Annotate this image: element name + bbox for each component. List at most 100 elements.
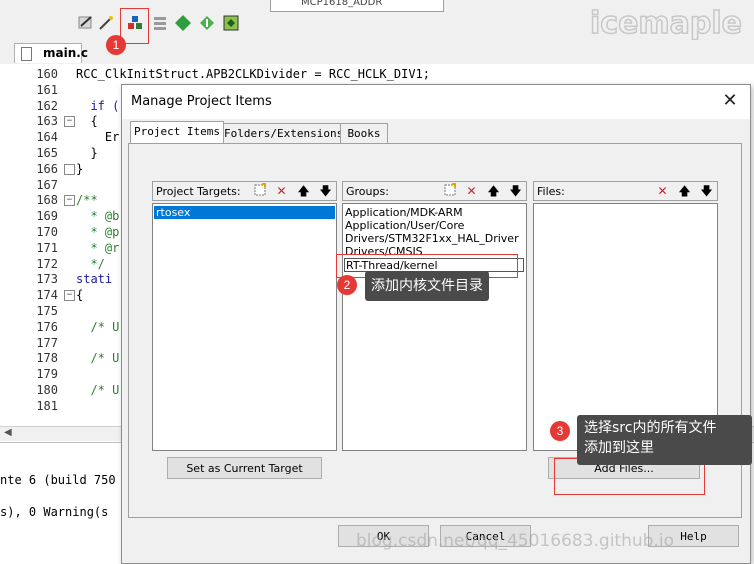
set-as-current-target-button[interactable]: Set as Current Target — [167, 457, 322, 479]
wand-icon[interactable] — [96, 13, 116, 33]
fold-toggle-icon[interactable]: − — [64, 195, 75, 207]
green-diamond-icon[interactable] — [173, 13, 193, 33]
step-badge-3: 3 — [550, 421, 570, 441]
dialog-title: Manage Project Items — [131, 94, 272, 109]
step-badge-1: 1 — [106, 35, 126, 55]
green-box-icon[interactable] — [221, 13, 241, 33]
move-file-down-icon[interactable]: 🡇 — [698, 183, 715, 200]
line-number: 160 — [36, 67, 58, 81]
code-line: RCC_ClkInitStruct.APB2CLKDivider = RCC_H… — [76, 67, 431, 81]
line-number: 168 — [36, 193, 58, 208]
project-targets-list[interactable]: rtosex — [152, 203, 337, 451]
groups-list[interactable]: Application/MDK-ARM Application/User/Cor… — [342, 203, 527, 451]
groups-header: Groups: ✕ 🡅 🡇 — [342, 181, 527, 201]
target-select-value: MCP1618_ADDR — [301, 0, 383, 8]
watermark-bottom: blog.csdn.net/qq_45016683.github.io — [356, 531, 674, 551]
toolbar-dropdown[interactable]: MCP1618_ADDR — [270, 0, 444, 12]
code-line: } — [76, 161, 84, 176]
new-target-icon[interactable] — [251, 183, 268, 200]
tab-main-c[interactable]: main.c — [14, 43, 88, 63]
files-label: Files: — [537, 185, 565, 198]
line-number: 180 — [36, 383, 58, 397]
scroll-left-icon[interactable]: ◀ — [4, 427, 12, 438]
watermark-logo-top: icemaple — [589, 5, 743, 42]
line-number: 178 — [36, 351, 58, 366]
line-number: 165 — [36, 146, 58, 160]
line-number: 177 — [36, 335, 58, 350]
line-number: 173 — [36, 272, 58, 287]
move-group-up-icon[interactable]: 🡅 — [485, 183, 502, 200]
target-item-rtosex[interactable]: rtosex — [154, 206, 335, 219]
tab-books[interactable]: Books — [340, 123, 388, 144]
line-number: 171 — [36, 240, 58, 255]
line-number: 175 — [36, 304, 58, 318]
step-badge-2: 2 — [337, 275, 357, 295]
project-targets-header: Project Targets: ✕ 🡅 🡇 — [152, 181, 337, 201]
line-number: 164 — [36, 130, 58, 145]
code-line: /* U — [76, 351, 120, 366]
download-icon[interactable] — [197, 13, 217, 33]
new-group-icon[interactable] — [441, 183, 458, 200]
delete-target-icon[interactable]: ✕ — [273, 183, 290, 200]
fold-toggle-icon[interactable]: − — [64, 116, 75, 128]
move-target-up-icon[interactable]: 🡅 — [295, 183, 312, 200]
configure-target-icon[interactable] — [76, 13, 96, 33]
line-number: 176 — [36, 319, 58, 334]
fold-toggle-icon[interactable]: − — [64, 290, 75, 302]
line-number: 181 — [36, 398, 58, 413]
files-header: Files: ✕ 🡅 🡇 — [533, 181, 718, 201]
output-line: nte 6 (build 750 — [0, 473, 116, 487]
group-item[interactable]: Drivers/STM32F1xx_HAL_Driver — [345, 232, 519, 245]
dialog-title-bar: Manage Project Items ✕ — [122, 85, 750, 119]
delete-group-icon[interactable]: ✕ — [463, 183, 480, 200]
project-targets-label: Project Targets: — [156, 185, 241, 198]
callout-add-kernel-directory: 添加内核文件目录 — [365, 271, 489, 301]
move-target-down-icon[interactable]: 🡇 — [317, 183, 334, 200]
code-line: } — [76, 146, 98, 160]
fold-toggle-icon[interactable] — [64, 163, 75, 175]
code-line: Er — [76, 130, 120, 145]
code-line: * @p — [76, 225, 120, 239]
code-line: { — [76, 288, 84, 303]
files-pane: Files: ✕ 🡅 🡇 — [533, 181, 718, 451]
line-number: 162 — [36, 98, 58, 113]
callout-line-1: 选择src内的所有文件 — [584, 420, 717, 436]
line-number: 163 — [36, 114, 58, 129]
code-line: stati — [76, 272, 113, 287]
files-list[interactable] — [533, 203, 718, 451]
code-line: * @b — [76, 209, 120, 224]
code-line: { — [76, 114, 98, 129]
code-line: * @r — [76, 240, 120, 255]
code-line: /* U — [76, 383, 120, 397]
move-group-down-icon[interactable]: 🡇 — [507, 183, 524, 200]
delete-file-icon[interactable]: ✕ — [654, 183, 671, 200]
line-number: 170 — [36, 225, 58, 239]
line-number: 167 — [36, 177, 58, 192]
stack-icon[interactable] — [150, 13, 170, 33]
code-line: if ( — [76, 98, 120, 113]
close-icon[interactable]: ✕ — [710, 85, 750, 119]
code-line: */ — [76, 256, 105, 271]
line-number: 166 — [36, 161, 58, 176]
line-number-gutter: 160 161 162 163−164 165 166 167 168−169 170 171 17… — [0, 64, 75, 426]
line-number: 161 — [36, 82, 58, 97]
output-line: s), 0 Warning(s — [0, 505, 109, 519]
project-targets-pane: Project Targets: ✕ 🡅 🡇 rtosex — [152, 181, 337, 451]
code-line: /** — [76, 193, 98, 208]
group-item[interactable]: Application/User/Core — [345, 219, 464, 232]
callout-line-2: 添加到这里 — [584, 440, 654, 456]
file-icon — [21, 47, 32, 61]
line-number: 179 — [36, 367, 58, 382]
callout-add-src-files: 选择src内的所有文件 添加到这里 — [577, 415, 752, 465]
groups-pane: Groups: ✕ 🡅 🡇 Application/MDK-ARM Applic… — [342, 181, 527, 451]
code-line: /* U — [76, 319, 120, 334]
move-file-up-icon[interactable]: 🡅 — [676, 183, 693, 200]
tab-project-items[interactable]: Project Items — [130, 121, 224, 144]
line-number: 172 — [36, 256, 58, 271]
tab-folders-extensions[interactable]: Folders/Extensions — [223, 123, 343, 144]
line-number: 174 — [36, 288, 58, 303]
groups-label: Groups: — [346, 185, 389, 198]
line-number: 169 — [36, 209, 58, 224]
group-item[interactable]: Application/MDK-ARM — [345, 206, 463, 219]
tab-label: main.c — [43, 46, 88, 60]
